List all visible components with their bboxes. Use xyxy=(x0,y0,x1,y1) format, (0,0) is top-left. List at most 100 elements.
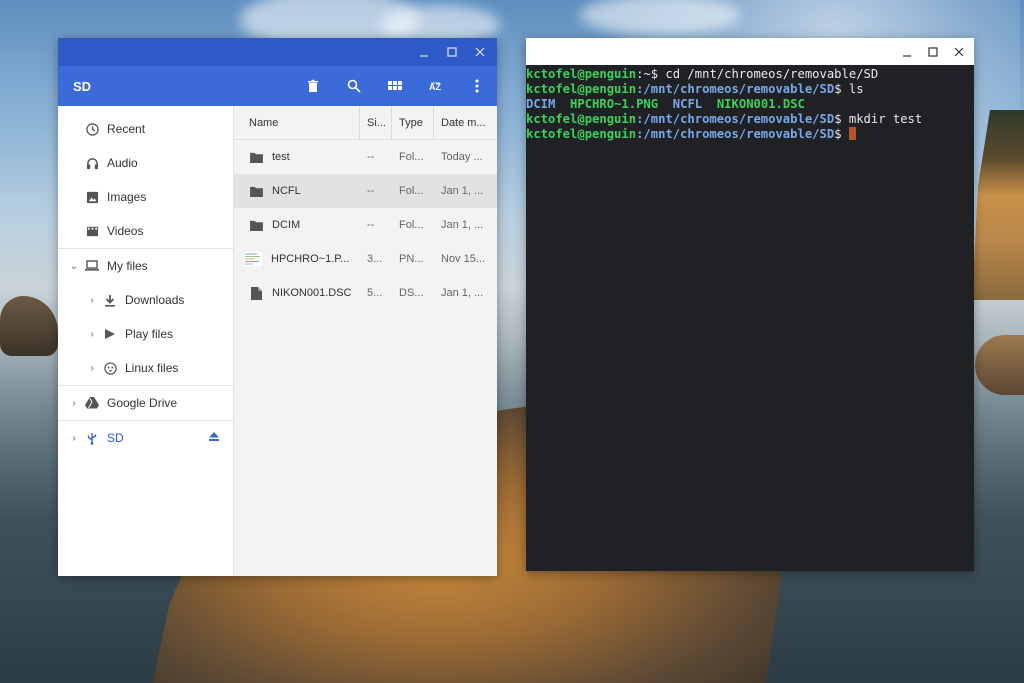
file-type: Fol... xyxy=(399,185,424,197)
chevron-right-icon[interactable]: › xyxy=(84,295,100,306)
audio-icon xyxy=(84,155,100,171)
file-name: DCIM xyxy=(272,219,301,231)
laptop-icon xyxy=(84,258,100,274)
sidebar-item-downloads[interactable]: › Downloads xyxy=(58,283,233,317)
file-size: 5... xyxy=(367,287,383,299)
file-row[interactable]: NIKON001.DSC 5... DS... Jan 1, ... xyxy=(234,276,497,310)
grid-view-icon xyxy=(387,81,402,90)
chevron-right-icon[interactable]: › xyxy=(66,433,82,444)
terminal-line: kctofel@penguin:/mnt/chromeos/removable/… xyxy=(526,127,974,142)
column-header-type[interactable]: Type xyxy=(392,106,434,139)
sidebar-item-videos[interactable]: Videos xyxy=(58,214,233,248)
file-name: NCFL xyxy=(272,185,301,197)
chevron-right-icon[interactable]: › xyxy=(84,363,100,374)
search-button[interactable] xyxy=(333,66,374,106)
minimize-button[interactable] xyxy=(896,41,918,63)
image-thumb-icon xyxy=(243,251,263,267)
command-text: cd /mnt/chromeos/removable/SD xyxy=(665,67,879,81)
chevron-right-icon[interactable]: › xyxy=(84,329,100,340)
sidebar-item-audio[interactable]: Audio xyxy=(58,146,233,180)
terminal-line: kctofel@penguin:~$ cd /mnt/chromeos/remo… xyxy=(526,67,974,82)
close-button[interactable] xyxy=(469,41,491,63)
sidebar-item-google-drive[interactable]: › Google Drive xyxy=(58,386,233,420)
sidebar-item-my-files[interactable]: ⌄ My files xyxy=(58,249,233,283)
sidebar-item-label: Recent xyxy=(107,122,146,136)
chevron-down-icon[interactable]: ⌄ xyxy=(66,261,82,272)
sort-button[interactable]: AZ xyxy=(415,66,456,106)
terminal-titlebar xyxy=(526,38,974,65)
files-sidebar: Recent Audio Images Videos ⌄ My files › xyxy=(58,106,234,576)
files-toolbar: SD AZ xyxy=(58,66,497,106)
column-header-size[interactable]: Si... xyxy=(360,106,392,139)
prompt-user: kctofel@penguin xyxy=(526,82,637,96)
more-options-button[interactable] xyxy=(456,66,497,106)
file-type: PN... xyxy=(399,253,424,265)
delete-button[interactable] xyxy=(292,66,333,106)
sidebar-item-linux-files[interactable]: › Linux files xyxy=(58,351,233,385)
maximize-button[interactable] xyxy=(441,41,463,63)
sidebar-item-recent[interactable]: Recent xyxy=(58,112,233,146)
file-date: Nov 15... xyxy=(441,253,486,265)
eject-button[interactable] xyxy=(209,432,219,444)
prompt-path: :/mnt/chromeos/removable/SD xyxy=(636,82,835,96)
ls-entry: NIKON001.DSC xyxy=(716,97,805,111)
file-name: HPCHRO~1.P... xyxy=(271,253,350,265)
file-list-header: Name Si... Type Date m... xyxy=(234,106,497,140)
file-date: Jan 1, ... xyxy=(441,287,484,299)
sidebar-item-label: Downloads xyxy=(125,293,185,307)
sidebar-item-label: Play files xyxy=(125,327,174,341)
file-size: 3... xyxy=(367,253,383,265)
file-row[interactable]: HPCHRO~1.P... 3... PN... Nov 15... xyxy=(234,242,497,276)
penguin-icon xyxy=(102,360,118,376)
command-text: $ mkdir test xyxy=(834,112,923,126)
clock-icon xyxy=(84,121,100,137)
ls-entry: DCIM xyxy=(526,97,556,111)
prompt-separator: :~$ xyxy=(636,67,666,81)
column-header-name[interactable]: Name xyxy=(234,106,360,139)
sidebar-item-play-files[interactable]: › Play files xyxy=(58,317,233,351)
file-row[interactable]: NCFL -- Fol... Jan 1, ... xyxy=(234,174,497,208)
close-button[interactable] xyxy=(948,41,970,63)
sidebar-item-images[interactable]: Images xyxy=(58,180,233,214)
grid-view-button[interactable] xyxy=(374,66,415,106)
files-app-window: SD AZ Recent Audio Images Videos ⌄ My fi… xyxy=(58,38,497,576)
sidebar-item-label: Audio xyxy=(107,156,138,170)
prompt-user: kctofel@penguin xyxy=(526,112,637,126)
maximize-button[interactable] xyxy=(922,41,944,63)
search-icon xyxy=(347,79,361,93)
files-titlebar xyxy=(58,38,497,66)
download-icon xyxy=(102,292,118,308)
current-folder-title: SD xyxy=(73,78,92,94)
prompt-path: :/mnt/chromeos/removable/SD xyxy=(636,127,835,141)
file-size: -- xyxy=(367,185,375,197)
chevron-right-icon[interactable]: › xyxy=(66,398,82,409)
file-row[interactable]: DCIM -- Fol... Jan 1, ... xyxy=(234,208,497,242)
play-icon xyxy=(102,326,118,342)
sidebar-item-sd[interactable]: › SD xyxy=(58,421,233,455)
terminal-line: kctofel@penguin:/mnt/chromeos/removable/… xyxy=(526,82,974,97)
file-size: -- xyxy=(367,151,375,163)
column-header-date[interactable]: Date m... xyxy=(434,106,497,139)
file-list: Name Si... Type Date m... test -- Fol...… xyxy=(234,106,497,576)
prompt-user: kctofel@penguin xyxy=(526,67,637,81)
file-date: Today ... xyxy=(441,151,483,163)
file-size: -- xyxy=(367,219,375,231)
file-icon xyxy=(249,286,263,300)
folder-icon xyxy=(249,218,263,232)
minimize-button[interactable] xyxy=(413,41,435,63)
file-row[interactable]: test -- Fol... Today ... xyxy=(234,140,497,174)
file-name: NIKON001.DSC xyxy=(272,287,352,299)
sidebar-item-label: Videos xyxy=(107,224,144,238)
terminal-output[interactable]: kctofel@penguin:~$ cd /mnt/chromeos/remo… xyxy=(526,65,974,142)
terminal-line: DCIM HPCHRO~1.PNG NCFL NIKON001.DSC xyxy=(526,97,974,112)
file-date: Jan 1, ... xyxy=(441,185,484,197)
folder-icon xyxy=(249,184,263,198)
command-text: $ xyxy=(834,127,849,141)
ls-entry: HPCHRO~1.PNG xyxy=(570,97,659,111)
file-type: Fol... xyxy=(399,151,424,163)
file-type: Fol... xyxy=(399,219,424,231)
sidebar-item-label: Linux files xyxy=(125,361,179,375)
image-icon xyxy=(84,189,100,205)
folder-icon xyxy=(249,150,263,164)
svg-text:AZ: AZ xyxy=(429,82,441,92)
